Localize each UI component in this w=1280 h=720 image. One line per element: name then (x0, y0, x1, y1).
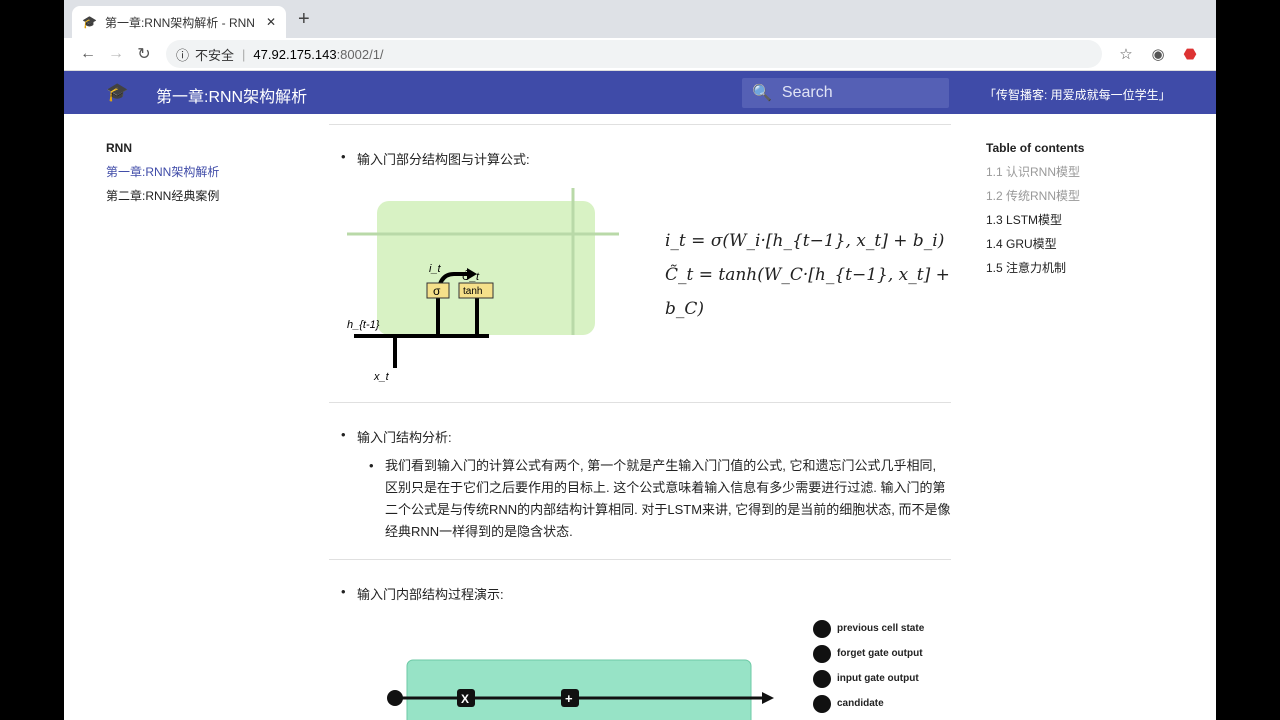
sigma-label: σ (433, 284, 441, 298)
star-icon[interactable]: ☆ (1110, 45, 1142, 63)
search-placeholder: Search (781, 84, 833, 101)
c-label: C̃_t (462, 270, 480, 283)
toc-item[interactable]: 1.1 认识RNN模型 (986, 160, 1084, 184)
back-icon[interactable]: ← (74, 45, 102, 63)
toc-item[interactable]: 1.2 传统RNN模型 (986, 184, 1084, 208)
i-label: i_t (429, 263, 442, 275)
slogan: 「传智播客: 用爱成就每一位学生」 (984, 88, 1171, 102)
reload-icon[interactable]: ↻ (130, 44, 158, 64)
toc-heading: Table of contents (986, 141, 1085, 155)
site-header: 🎓 第一章:RNN架构解析 🔍 Search 「传智播客: 用爱成就每一位学生」 (64, 71, 1216, 114)
tab-title: 第一章:RNN架构解析 - RNN (104, 15, 255, 30)
sidebar-heading: RNN (106, 141, 132, 155)
account-icon[interactable]: ◉ (1142, 45, 1174, 63)
legend-item: input gate output (813, 666, 924, 691)
browser-window: 🎓 第一章:RNN架构解析 - RNN ✕ + ← → ↻ ⓘ 不安全 | 47… (64, 0, 1216, 720)
browser-tab[interactable]: 🎓 第一章:RNN架构解析 - RNN ✕ (72, 6, 286, 38)
x-label: x_t (373, 371, 390, 383)
formula-input-gate: i_t = σ(W_i·[h_{t−1}, x_t] + b_i) (665, 231, 945, 251)
security-label: 不安全 (195, 47, 235, 63)
url-host: 47.92.175.143 (253, 46, 337, 62)
page-title: 第一章:RNN架构解析 (156, 89, 308, 106)
sidebar-item-chapter2[interactable]: 第二章:RNN经典案例 (106, 184, 219, 208)
main-content: 输入门部分结构图与计算公式: σ tanh h_{t-1} x_t i_t C̃… (329, 114, 951, 720)
address-bar[interactable]: ⓘ 不安全 | 47.92.175.143:8002/1/ (166, 40, 1102, 68)
tanh-label: tanh (463, 286, 482, 297)
add-op: + (565, 691, 573, 706)
graduation-cap-icon: 🎓 (82, 15, 97, 29)
legend: previous cell state forget gate output i… (813, 616, 924, 716)
browser-toolbar: ← → ↻ ⓘ 不安全 | 47.92.175.143:8002/1/ ☆ ◉ … (64, 38, 1216, 71)
info-icon: ⓘ (176, 47, 190, 63)
analysis-paragraph: 我们看到输入门的计算公式有两个, 第一个就是产生输入门门值的公式, 它和遗忘门公… (357, 455, 951, 543)
new-tab-button[interactable]: + (298, 8, 310, 31)
legend-item: forget gate output (813, 641, 924, 666)
formulas: i_t = σ(W_i·[h_{t−1}, x_t] + b_i) C̃_t =… (665, 224, 951, 326)
forward-icon[interactable]: → (102, 45, 130, 63)
sidebar: RNN 第一章:RNN架构解析 第二章:RNN经典案例 (106, 136, 219, 208)
h-label: h_{t-1} (347, 319, 380, 331)
legend-item: previous cell state (813, 616, 924, 641)
formula-candidate: C̃_t = tanh(W_C·[h_{t−1}, x_t] + b_C) (665, 265, 950, 319)
toc-item[interactable]: 1.3 LSTM模型 (986, 208, 1084, 232)
table-of-contents: Table of contents 1.1 认识RNN模型 1.2 传统RNN模… (986, 136, 1084, 280)
toc-item[interactable]: 1.4 GRU模型 (986, 232, 1084, 256)
url-path: :8002/1/ (336, 46, 384, 62)
search-input[interactable]: 🔍 Search (742, 78, 949, 108)
tab-bar: 🎓 第一章:RNN架构解析 - RNN ✕ + (64, 0, 1216, 38)
input-gate-figure: σ tanh h_{t-1} x_t i_t C̃_t i_t = σ(W_i·… (329, 168, 951, 388)
toc-item[interactable]: 1.5 注意力机制 (986, 256, 1084, 280)
legend-item: candidate (813, 691, 924, 716)
multiply-op: X (461, 692, 469, 706)
section-heading: 输入门结构分析: (329, 427, 951, 446)
extension-icon[interactable]: ⬣ (1174, 45, 1206, 63)
close-tab-icon[interactable]: ✕ (266, 15, 276, 29)
graduation-cap-icon[interactable]: 🎓 (106, 82, 128, 103)
sidebar-item-chapter1[interactable]: 第一章:RNN架构解析 (106, 160, 219, 184)
input-gate-animation: X + previous cell state forget gate outp… (329, 603, 951, 720)
section-heading: 输入门内部结构过程演示: (329, 584, 951, 603)
search-icon: 🔍 (752, 85, 772, 102)
section-heading: 输入门部分结构图与计算公式: (329, 149, 951, 168)
